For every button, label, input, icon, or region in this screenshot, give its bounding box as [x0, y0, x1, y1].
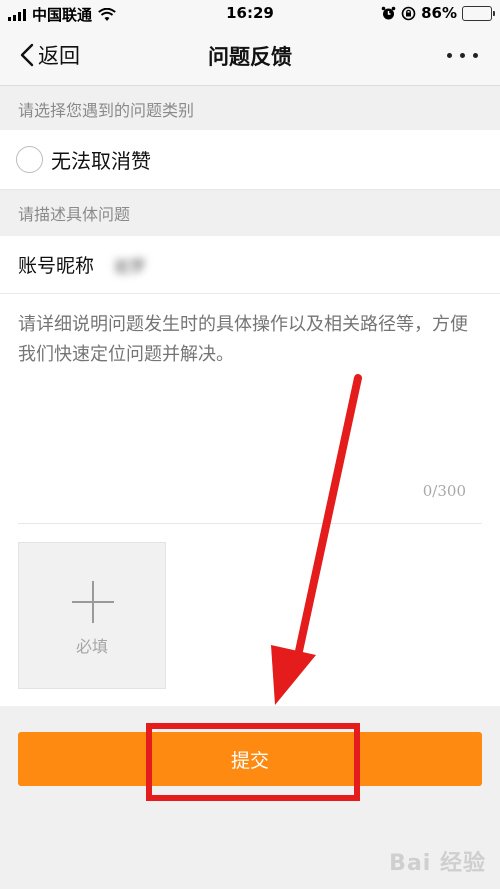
status-bar: 中国联通 16:29 86%: [0, 0, 500, 28]
divider: [18, 523, 482, 524]
orientation-lock-icon: [401, 6, 416, 20]
nav-bar: 返回 问题反馈: [0, 28, 500, 86]
problem-description-input[interactable]: [18, 310, 482, 510]
category-section-label: 请选择您遇到的问题类别: [0, 87, 500, 131]
battery-icon: [462, 5, 495, 21]
account-nickname-value: 岩罗: [114, 256, 147, 276]
category-option-row[interactable]: 无法取消赞: [0, 130, 500, 190]
account-nickname-label: 账号昵称: [18, 255, 95, 277]
char-counter: 0/300: [422, 482, 466, 500]
watermark: Bai 经验: [389, 851, 486, 876]
more-options-icon[interactable]: [447, 45, 478, 65]
category-option-label: 无法取消赞: [51, 149, 151, 173]
plus-icon: [72, 581, 114, 623]
status-right: 86%: [381, 4, 495, 22]
submit-button[interactable]: 提交: [18, 732, 482, 786]
detail-area: 0/300 必填: [0, 294, 500, 706]
describe-section-label: 请描述具体问题: [0, 191, 500, 235]
account-row: 账号昵称 岩罗: [0, 236, 500, 294]
alarm-icon: [381, 6, 396, 19]
battery-percent: 86%: [421, 4, 457, 22]
page-title: 问题反馈: [208, 45, 292, 69]
image-upload-button[interactable]: 必填: [18, 542, 166, 689]
upload-required-label: 必填: [75, 637, 108, 656]
radio-button[interactable]: [16, 146, 43, 173]
